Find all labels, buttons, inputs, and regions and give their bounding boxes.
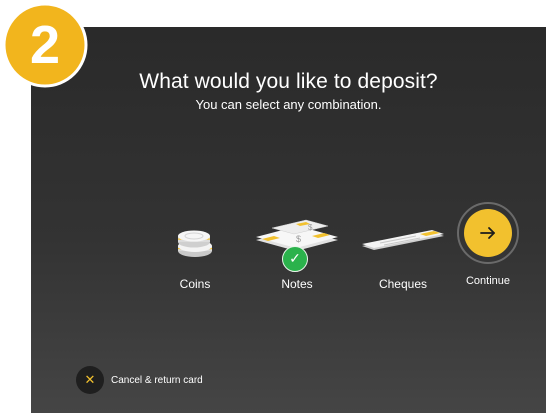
- option-label-cheques: Cheques: [378, 277, 428, 291]
- cancel-label: Cancel & return card: [111, 374, 203, 386]
- selected-check-icon: ✓: [282, 246, 308, 272]
- page-title: What would you like to deposit?: [139, 70, 438, 93]
- option-coins[interactable]: Coins: [170, 222, 220, 302]
- continue-button[interactable]: [457, 202, 519, 264]
- svg-text:$: $: [296, 234, 301, 244]
- atm-deposit-page: 2 What would you like to deposit? You ca…: [0, 0, 546, 413]
- option-cheques[interactable]: Cheques: [358, 222, 448, 302]
- step-number: 2: [30, 15, 60, 75]
- cheque-icon: [362, 230, 444, 250]
- coins-icon: [178, 230, 212, 257]
- page-subtitle: You can select any combination.: [195, 97, 382, 112]
- close-icon: ✕: [76, 366, 104, 394]
- continue-button-fill: [464, 209, 512, 257]
- svg-text:$: $: [308, 223, 313, 232]
- cancel-return-card-button[interactable]: ✕ Cancel & return card: [76, 366, 203, 394]
- option-label-coins: Coins: [179, 277, 211, 291]
- option-label-notes: Notes: [281, 277, 313, 291]
- arrow-right-icon: [480, 227, 495, 239]
- continue-label: Continue: [465, 275, 511, 287]
